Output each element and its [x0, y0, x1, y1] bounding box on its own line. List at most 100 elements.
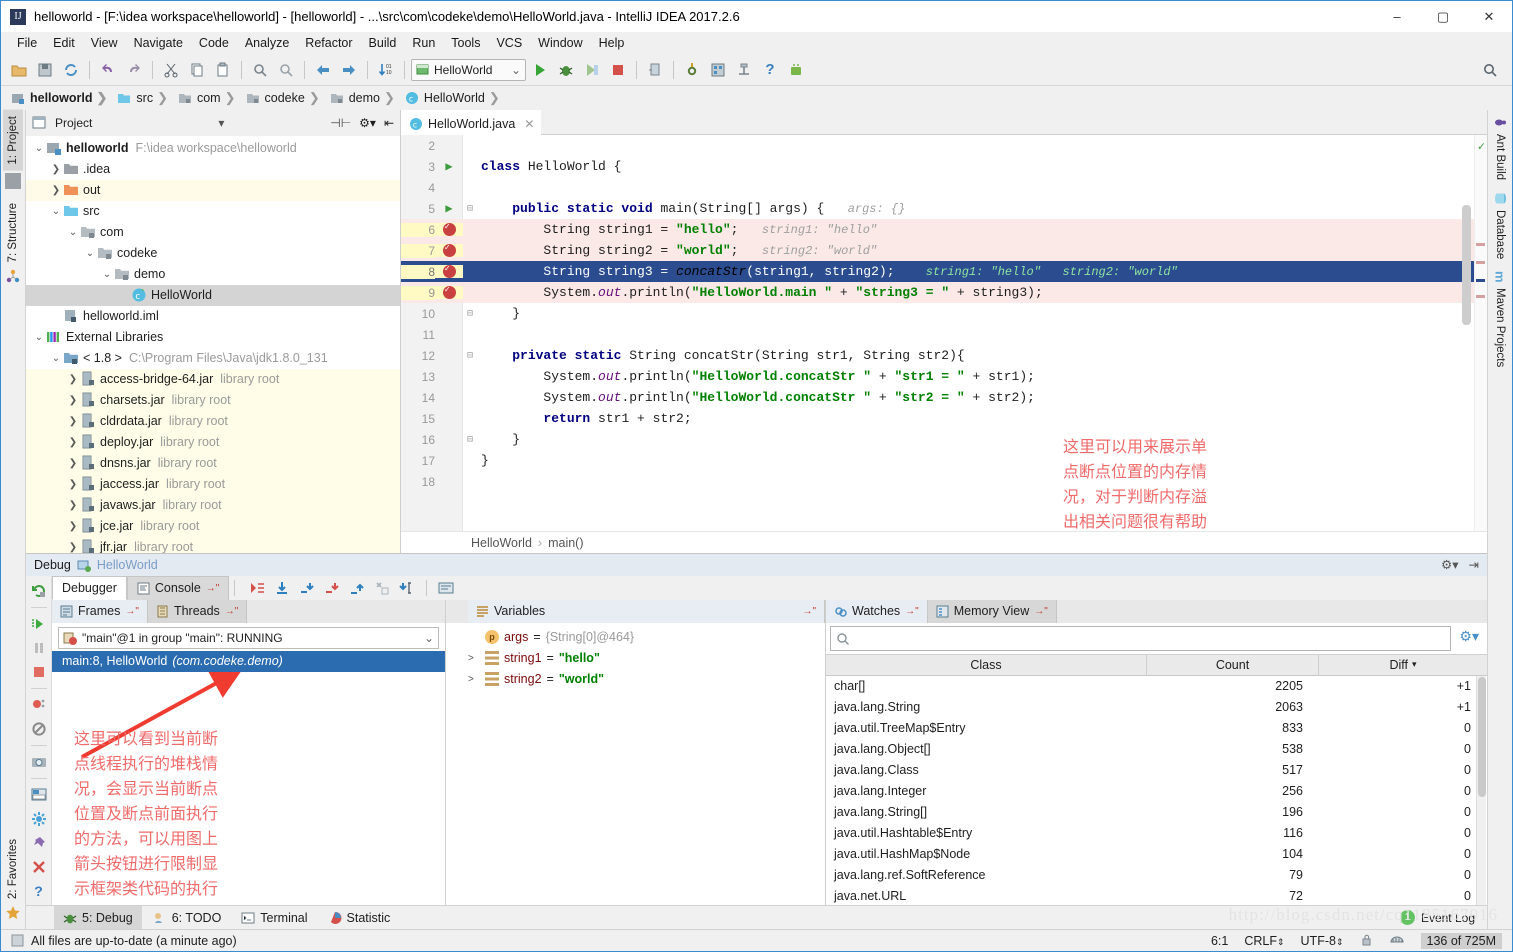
gear-icon[interactable]: ⚙▾	[1459, 628, 1487, 645]
help-icon[interactable]: ?	[758, 58, 782, 82]
breakpoint-icon[interactable]	[442, 285, 456, 299]
tree-item[interactable]: ❯ out	[26, 179, 400, 201]
menu-item-file[interactable]: File	[9, 34, 45, 52]
chevron-right-icon[interactable]: ❯	[66, 479, 80, 490]
code-line[interactable]: 7 String string2 = "world"; string2: "wo…	[401, 240, 1487, 261]
breakpoint-icon[interactable]	[442, 222, 456, 236]
code-line[interactable]: 9 System.out.println("HelloWorld.main " …	[401, 282, 1487, 303]
sdk-manager-icon[interactable]	[732, 58, 756, 82]
chevron-right-icon[interactable]: ❯	[66, 374, 80, 385]
menu-item-edit[interactable]: Edit	[45, 34, 83, 52]
settings-icon[interactable]	[680, 58, 704, 82]
run-to-cursor-icon[interactable]	[396, 577, 418, 599]
tree-item[interactable]: ❯ charsets.jar library root	[26, 389, 400, 411]
code-line[interactable]: 2	[401, 135, 1487, 156]
gutter-marker[interactable]	[435, 222, 463, 236]
step-over-icon[interactable]	[271, 577, 293, 599]
tree-item[interactable]: ⌄ < 1.8 > C:\Program Files\Java\jdk1.8.0_1…	[26, 348, 400, 369]
undo-icon[interactable]	[96, 58, 120, 82]
breadcrumb-item-codeke[interactable]: codeke ❯	[246, 90, 330, 106]
code-line[interactable]: 17}	[401, 450, 1487, 471]
fold-marker[interactable]: ⊟	[463, 308, 477, 320]
tab-variables[interactable]: Variables →"	[468, 599, 825, 623]
chevron-down-icon[interactable]: ⌄	[49, 353, 63, 364]
copy-icon[interactable]	[185, 58, 209, 82]
chevron-right-icon[interactable]: >	[468, 653, 480, 664]
code-line[interactable]: 18	[401, 471, 1487, 492]
open-icon[interactable]	[7, 58, 31, 82]
chevron-right-icon[interactable]: ❯	[66, 521, 80, 532]
variable-row[interactable]: > string1 = "hello"	[462, 648, 825, 669]
mute-breakpoints-icon[interactable]	[28, 718, 50, 740]
hector-icon[interactable]	[1389, 932, 1405, 949]
drop-frame-icon[interactable]	[371, 577, 393, 599]
close-button[interactable]: ✕	[1466, 1, 1512, 32]
code-line[interactable]: 5 ▶ ⊟ public static void main(String[] arg…	[401, 198, 1487, 219]
tool-window-tab-terminal[interactable]: Terminal	[232, 906, 316, 930]
code-line[interactable]: 4	[401, 177, 1487, 198]
tree-item[interactable]: ❯ access-bridge-64.jar library root	[26, 368, 400, 390]
forward-icon[interactable]	[337, 58, 361, 82]
tree-item[interactable]: ❯ dnsns.jar library root	[26, 452, 400, 474]
column-header-diff[interactable]: Diff ▾	[1319, 655, 1487, 675]
line-separator[interactable]: CRLF⇕	[1244, 934, 1284, 948]
tree-item[interactable]: ⌄ com	[26, 222, 400, 243]
android-icon[interactable]	[784, 58, 808, 82]
stop-icon[interactable]	[28, 661, 50, 683]
maximize-button[interactable]: ▢	[1420, 1, 1466, 32]
chevron-down-icon[interactable]: ⌄	[424, 631, 434, 645]
memory-scrollbar[interactable]	[1476, 675, 1486, 905]
pin-marker[interactable]: →"	[206, 583, 220, 594]
fold-marker[interactable]: ⊟	[463, 350, 477, 362]
paste-icon[interactable]	[211, 58, 235, 82]
table-row[interactable]: java.util.TreeMap$Entry 833 0	[826, 718, 1487, 739]
tool-window-tab-debug[interactable]: 5: Debug	[54, 905, 142, 930]
tab-debugger[interactable]: Debugger	[52, 575, 127, 600]
show-execution-point-icon[interactable]	[246, 577, 268, 599]
chevron-right-icon[interactable]: ❯	[66, 458, 80, 469]
code-line[interactable]: 8 String string3 = concatStr(string1, st…	[401, 261, 1487, 282]
help-icon[interactable]: ?	[28, 880, 50, 902]
code-line[interactable]: 14 System.out.println("HelloWorld.concat…	[401, 387, 1487, 408]
chevron-down-icon[interactable]: ⌄	[32, 143, 46, 154]
gutter-marker[interactable]: ▶	[435, 201, 463, 216]
breadcrumb-item-src[interactable]: src ❯	[117, 90, 178, 106]
sidebar-item-maven-projects[interactable]: m Maven Projects	[1489, 265, 1512, 373]
tree-item[interactable]: ❯ jaccess.jar library root	[26, 473, 400, 495]
hide-icon[interactable]: ⇤	[384, 116, 394, 130]
sidebar-item-favorites[interactable]: 2: Favorites	[3, 833, 23, 905]
tree-item[interactable]: ⌄ src	[26, 201, 400, 222]
sidebar-item-structure[interactable]: 7: Structure	[3, 197, 23, 268]
chevron-right-icon[interactable]: >	[468, 674, 480, 685]
code-editor[interactable]: 2 3 ▶ class HelloWorld {4 5 ▶ ⊟ public static …	[401, 135, 1487, 531]
code-line[interactable]: 6 String string1 = "hello"; string1: "he…	[401, 219, 1487, 240]
menu-item-view[interactable]: View	[83, 34, 126, 52]
sidebar-item-project[interactable]: 1: Project	[3, 110, 23, 171]
menu-item-help[interactable]: Help	[591, 34, 633, 52]
variable-row[interactable]: > string2 = "world"	[462, 669, 825, 690]
close-icon[interactable]: ✕	[524, 117, 534, 131]
tool-window-tab-todo[interactable]: 6: TODO	[144, 906, 231, 930]
search-everywhere-icon[interactable]	[1478, 58, 1502, 82]
menu-item-refactor[interactable]: Refactor	[297, 34, 360, 52]
tree-item-selected[interactable]: c HelloWorld	[26, 284, 400, 306]
view-breakpoints-icon[interactable]	[28, 694, 50, 716]
menu-item-analyze[interactable]: Analyze	[237, 34, 297, 52]
table-row[interactable]: java.util.Hashtable$Entry 116 0	[826, 823, 1487, 844]
pin-marker[interactable]: →"	[225, 606, 239, 617]
menu-item-tools[interactable]: Tools	[443, 34, 488, 52]
tree-item[interactable]: ⌄ helloworld F:\idea workspace\helloworld	[26, 138, 400, 159]
menu-item-code[interactable]: Code	[191, 34, 237, 52]
cut-icon[interactable]	[159, 58, 183, 82]
project-tree[interactable]: ⌄ helloworld F:\idea workspace\helloworld ❯…	[26, 136, 400, 553]
menu-item-build[interactable]: Build	[361, 34, 405, 52]
code-line[interactable]: 16 ⊟ }	[401, 429, 1487, 450]
code-line[interactable]: 15 return str1 + str2;	[401, 408, 1487, 429]
chevron-down-icon[interactable]: ⌄	[511, 63, 521, 77]
tab-console[interactable]: Console →"	[126, 575, 230, 600]
settings-icon[interactable]	[28, 808, 50, 830]
chevron-down-icon[interactable]: ⌄	[49, 206, 63, 217]
gutter-marker[interactable]	[435, 264, 463, 278]
run-icon[interactable]	[528, 58, 552, 82]
code-line[interactable]: 13 System.out.println("HelloWorld.concat…	[401, 366, 1487, 387]
